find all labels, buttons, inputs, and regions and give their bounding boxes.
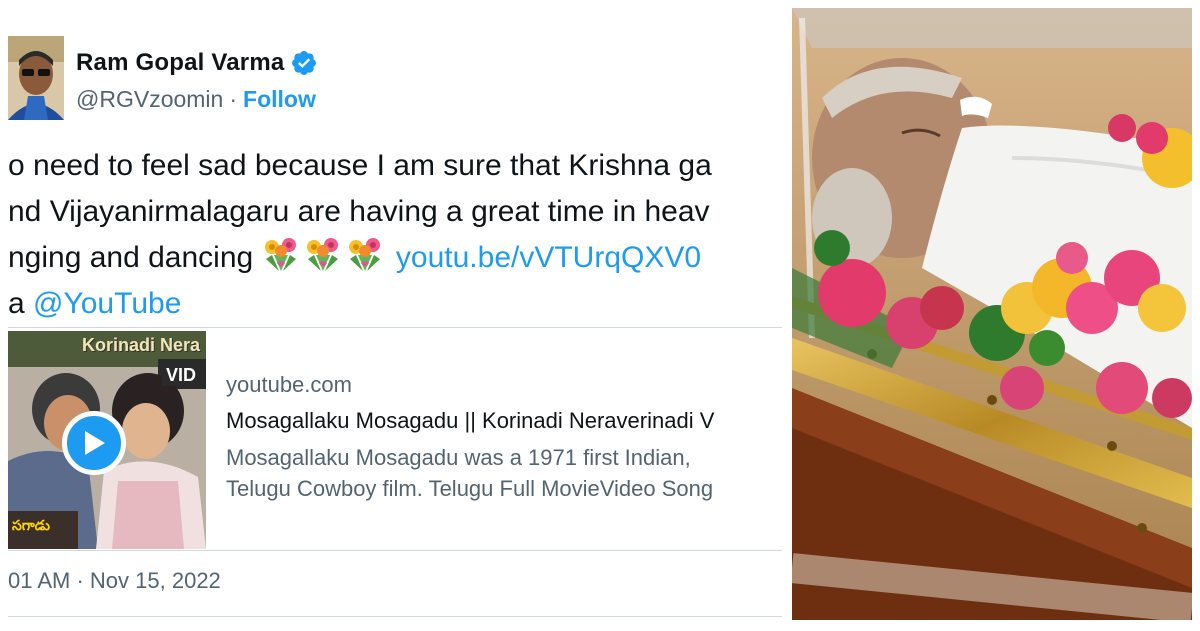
thumbnail-title-text: Korinadi Nera (82, 335, 201, 355)
follow-button[interactable]: Follow (243, 86, 316, 112)
author-handle[interactable]: @RGVzoomin (76, 86, 223, 112)
author-name-row[interactable]: Ram Gopal Varma (76, 49, 318, 77)
bouquet-emoji-icon (346, 235, 384, 281)
thumbnail-video-label: VID (162, 365, 201, 386)
bouquet-emoji-icon (262, 235, 300, 281)
play-button-icon[interactable] (62, 411, 126, 475)
card-description-line-2: Telugu Cowboy film. Telugu Full MovieVid… (226, 476, 714, 501)
card-title[interactable]: Mosagallaku Mosagadu || Korinadi Neraver… (226, 408, 782, 434)
tweet-timestamp[interactable]: 01 AM · Nov 15, 2022 (8, 568, 221, 594)
link-preview-card[interactable]: Korinadi Nera VID సగాడు youtube.com Mosa… (8, 327, 782, 551)
thumbnail-telugu-caption: సగాడు (8, 515, 54, 539)
card-description: Mosagallaku Mosagadu was a 1971 first In… (226, 442, 782, 504)
card-meta[interactable]: youtube.com Mosagallaku Mosagadu || Kori… (226, 372, 782, 504)
tweet-text-line-4-prefix: a (8, 287, 25, 320)
video-thumbnail[interactable]: Korinadi Nera VID సగాడు (8, 331, 206, 549)
tweet-panel: Ram Gopal Varma @RGVzoomin · Follow o need… (0, 0, 782, 631)
divider (8, 616, 782, 617)
card-domain: youtube.com (226, 372, 352, 397)
photo-panel (792, 8, 1192, 620)
avatar[interactable] (8, 36, 64, 120)
tweet-text-line-3-prefix: nging and dancing (8, 241, 254, 274)
tweet-text-line-3: nging and dancing youtu.be/vVTUrqQXV0 (8, 235, 782, 281)
card-description-line-1: Mosagallaku Mosagadu was a 1971 first In… (226, 445, 691, 470)
youtube-link[interactable]: youtu.be/vVTUrqQXV0 (396, 241, 701, 274)
author-name[interactable]: Ram Gopal Varma (76, 49, 284, 77)
youtube-mention-link[interactable]: @YouTube (33, 287, 181, 320)
tweet-text-line-4: a @YouTube (8, 281, 782, 327)
tweet-text: o need to feel sad because I am sure tha… (8, 143, 782, 327)
author-handle-row: @RGVzoomin · Follow (76, 86, 316, 113)
bouquet-emoji-icon (304, 235, 342, 281)
separator-dot: · (229, 86, 238, 112)
tweet-text-line-1: o need to feel sad because I am sure tha… (8, 149, 712, 182)
verified-badge-icon (290, 49, 318, 77)
tweet-text-line-2: nd Vijayanirmalagaru are having a great … (8, 195, 710, 228)
